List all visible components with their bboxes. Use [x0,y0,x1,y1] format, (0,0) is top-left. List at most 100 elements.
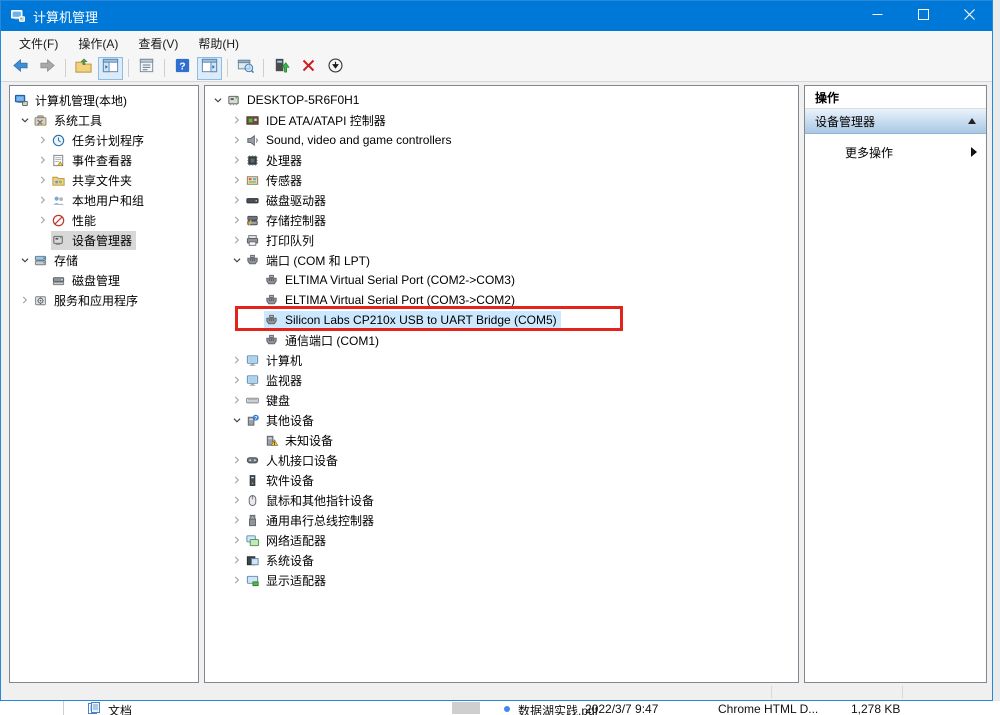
chevron-right-icon[interactable] [228,472,245,488]
tree-item[interactable]: 存储 [10,250,198,270]
sensor-icon [245,172,263,188]
menu-item[interactable]: 文件(F) [9,32,68,55]
chevron-right-icon[interactable] [228,112,245,128]
tree-item[interactable]: 处理器 [205,150,798,170]
tree-item[interactable]: 设备管理器 [10,230,198,250]
chevron-right-icon[interactable] [228,452,245,468]
chevron-right-icon[interactable] [228,172,245,188]
toolbar-forward-button[interactable] [35,57,60,80]
folder-row-label[interactable]: 文档 [108,702,132,715]
tree-item[interactable]: DESKTOP-5R6F0H1 [205,90,798,110]
more-actions-label: 更多操作 [845,144,893,161]
svg-text:?: ? [179,62,185,73]
menu-item[interactable]: 查看(V) [128,32,188,55]
chevron-right-icon[interactable] [228,352,245,368]
chevron-right-icon[interactable] [228,152,245,168]
chevron-right-icon[interactable] [34,172,51,188]
chevron-down-icon[interactable] [228,252,245,268]
chevron-right-icon[interactable] [228,492,245,508]
tree-item[interactable]: 打印队列 [205,230,798,250]
chevron-down-icon[interactable] [209,92,226,108]
toolbar-back-button[interactable] [8,57,33,80]
tree-item[interactable]: 事件查看器 [10,150,198,170]
tree-item[interactable]: ELTIMA Virtual Serial Port (COM2->COM3) [205,270,798,290]
tree-item-content: 事件查看器 [51,151,136,170]
tree-item[interactable]: 软件设备 [205,470,798,490]
tree-item[interactable]: 人机接口设备 [205,450,798,470]
minimize-button[interactable] [854,1,900,31]
chevron-right-icon[interactable] [228,372,245,388]
tree-item[interactable]: 性能 [10,210,198,230]
tree-item[interactable]: 系统工具 [10,110,198,130]
toolbar-new-window-button[interactable] [233,57,258,80]
maximize-icon [918,7,929,25]
tree-item[interactable]: 通信端口 (COM1) [205,330,798,350]
tree-item[interactable]: 磁盘管理 [10,270,198,290]
serial-port-icon [264,312,282,328]
tree-item[interactable]: ?其他设备 [205,410,798,430]
tree-item[interactable]: 鼠标和其他指针设备 [205,490,798,510]
chevron-right-icon[interactable] [228,512,245,528]
chevron-right-icon[interactable] [34,212,51,228]
close-button[interactable] [946,1,992,31]
toolbar-show-action-pane-button[interactable] [197,57,222,80]
tree-item[interactable]: 监视器 [205,370,798,390]
chevron-right-icon[interactable] [228,132,245,148]
tree-item[interactable]: 计算机管理(本地) [10,90,198,110]
toolbar-separator [227,59,228,77]
tree-item[interactable]: 存储控制器 [205,210,798,230]
tree-item[interactable]: 网络适配器 [205,530,798,550]
chevron-right-icon[interactable] [228,532,245,548]
chevron-down-icon[interactable] [228,412,245,428]
toolbar-disable-device-button[interactable] [323,57,348,80]
tree-item-content: 键盘 [245,391,294,410]
scrollbar-thumb[interactable] [452,702,480,714]
chevron-right-icon[interactable] [34,132,51,148]
chevron-right-icon[interactable] [34,152,51,168]
toolbar-update-driver-button[interactable] [269,57,294,80]
tree-item[interactable]: 本地用户和组 [10,190,198,210]
chevron-spacer [247,272,264,288]
tree-item[interactable]: 显示适配器 [205,570,798,590]
tree-item-content: 磁盘驱动器 [245,191,330,210]
tree-item[interactable]: 磁盘驱动器 [205,190,798,210]
tree-item[interactable]: 未知设备 [205,430,798,450]
chevron-right-icon[interactable] [228,232,245,248]
toolbar-uninstall-device-button[interactable] [296,57,321,80]
tree-item[interactable]: 传感器 [205,170,798,190]
tree-item[interactable]: 计算机 [205,350,798,370]
menu-item[interactable]: 操作(A) [68,32,128,55]
tree-item[interactable]: 服务和应用程序 [10,290,198,310]
chevron-right-icon[interactable] [228,192,245,208]
menu-item[interactable]: 帮助(H) [188,32,249,55]
tree-item-label: 未知设备 [285,432,333,449]
tree-item[interactable]: Sound, video and game controllers [205,130,798,150]
tree-item-content: 通信端口 (COM1) [264,331,383,350]
maximize-button[interactable] [900,1,946,31]
tree-item[interactable]: 键盘 [205,390,798,410]
toolbar-show-console-tree-button[interactable] [98,57,123,80]
collapse-icon[interactable] [968,118,976,124]
chevron-right-icon[interactable] [228,552,245,568]
toolbar-export-list-button[interactable] [71,57,96,80]
tree-item[interactable]: 任务计划程序 [10,130,198,150]
tree-item[interactable]: ELTIMA Virtual Serial Port (COM3->COM2) [205,290,798,310]
tree-item[interactable]: IDE ATA/ATAPI 控制器 [205,110,798,130]
tree-item[interactable]: 共享文件夹 [10,170,198,190]
tree-item[interactable]: 端口 (COM 和 LPT) [205,250,798,270]
tree-item[interactable]: 通用串行总线控制器 [205,510,798,530]
chevron-right-icon[interactable] [228,212,245,228]
actions-section-header[interactable]: 设备管理器 [805,109,986,134]
chevron-down-icon[interactable] [16,112,33,128]
display-adapter-icon [245,572,263,588]
more-actions-item[interactable]: 更多操作 [805,141,986,163]
toolbar-properties-button[interactable] [134,57,159,80]
chevron-right-icon[interactable] [34,192,51,208]
chevron-right-icon[interactable] [228,392,245,408]
tree-item[interactable]: Silicon Labs CP210x USB to UART Bridge (… [205,310,798,330]
tree-item[interactable]: 系统设备 [205,550,798,570]
chevron-right-icon[interactable] [16,292,33,308]
toolbar-help-button[interactable]: ? [170,57,195,80]
chevron-down-icon[interactable] [16,252,33,268]
chevron-right-icon[interactable] [228,572,245,588]
